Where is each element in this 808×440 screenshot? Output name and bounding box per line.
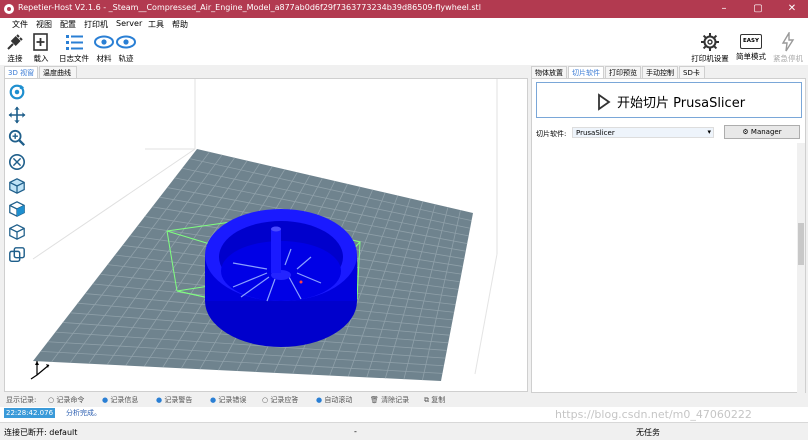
watermark: https://blog.csdn.net/m0_47060222 [555,408,752,421]
tab-manual-control[interactable]: 手动控制 [642,66,678,78]
tab-print-preview[interactable]: 打印预览 [605,66,641,78]
slicer-pane: 开始切片 PrusaSlicer 切片软件: PrusaSlicer ▾ ⚙ M… [531,78,806,393]
connect-button[interactable]: 连接 [4,32,26,64]
3d-viewport[interactable] [4,78,528,392]
log-file-button[interactable]: 日志文件 [58,32,90,64]
gear-icon [701,33,719,51]
material-label: 材料 [96,54,112,63]
menu-bar: 文件 视图 配置 打印机 Server 工具 帮助 [0,18,808,30]
plug-icon [7,34,23,50]
emergency-stop-button[interactable]: 紧急停机 [770,32,806,64]
right-panel: 物体放置 切片软件 打印预览 手动控制 SD卡 开始切片 PrusaSlicer… [531,65,806,393]
play-icon [598,93,611,111]
clear-log-button[interactable]: 🗑 清除记录 [370,395,409,405]
menu-server[interactable]: Server [116,19,142,28]
easy-mode-button[interactable]: EASY 简单模式 [734,32,768,62]
app-window: Repetier-Host V2.1.6 - _Steam__Compresse… [0,0,808,440]
axis-gizmo-icon [30,361,50,380]
slicer-software-value: PrusaSlicer [576,129,615,137]
track-label: 轨迹 [118,54,134,63]
list-icon [66,35,83,50]
flywheel-model [205,209,357,347]
menu-view[interactable]: 视图 [36,19,52,30]
printer-settings-label: 打印机设置 [691,54,729,63]
top-view-icon[interactable] [8,223,26,241]
manager-label: Manager [750,128,782,136]
lightning-icon [781,32,795,52]
log-info-toggle[interactable]: ● 记录信息 [102,395,138,405]
app-logo-icon [4,4,14,14]
log-responses-toggle[interactable]: ○ 记录应答 [262,395,298,405]
move-view-icon[interactable] [8,106,26,124]
menu-printer[interactable]: 打印机 [84,19,108,30]
eye-icon [116,35,136,49]
tab-sd-card[interactable]: SD卡 [679,66,705,78]
log-show-label: 显示记录: [6,396,37,404]
track-button[interactable]: 轨迹 [116,32,136,64]
printer-settings-button[interactable]: 打印机设置 [690,32,730,64]
easy-mode-label: 简单模式 [736,52,766,61]
minimize-button[interactable]: – [707,0,741,18]
easy-mode-icon: EASY [740,34,762,49]
add-file-icon [33,33,48,51]
tab-object-placement[interactable]: 物体放置 [531,66,567,78]
eye-icon [94,35,114,49]
load-label: 载入 [33,54,49,63]
job-status: 无任务 [636,428,660,437]
manager-button[interactable]: ⚙ Manager [724,125,800,139]
load-button[interactable]: 载入 [30,32,52,64]
close-button[interactable]: ✕ [775,0,808,18]
parallel-view-icon[interactable] [8,246,26,264]
title-bar: Repetier-Host V2.1.6 - _Steam__Compresse… [0,0,808,18]
log-message: 分析完成。 [66,409,101,417]
auto-scroll-toggle[interactable]: ● 自动滚动 [316,395,352,405]
menu-help[interactable]: 帮助 [172,19,188,30]
menu-config[interactable]: 配置 [60,19,76,30]
status-separator: - [354,427,357,436]
slicer-software-label: 切片软件: [536,130,567,138]
zoom-icon[interactable] [8,129,26,147]
tab-temperature-curve[interactable]: 温度曲线 [39,66,77,78]
connect-label: 连接 [7,54,23,63]
log-timestamp: 22:28:42.076 [4,408,56,418]
rotate-view-icon[interactable] [8,83,26,101]
log-toolbar: 显示记录: ○ 记录命令 ● 记录信息 ● 记录警告 ● 记录错误 ○ 记录应答… [0,393,808,407]
copy-log-button[interactable]: ⧉ 复制 [424,395,445,405]
main-area: 3D 视窗 温度曲线 物体放置 切片软件 打印预览 手动控制 SD卡 开始切片 … [0,65,808,393]
front-view-icon[interactable] [8,200,26,218]
emergency-label: 紧急停机 [773,54,803,63]
tab-slicer[interactable]: 切片软件 [568,66,604,78]
log-commands-toggle[interactable]: ○ 记录命令 [48,395,84,405]
copy-icon: ⧉ [424,396,429,404]
log-label: 日志文件 [59,54,89,63]
fit-view-icon[interactable] [8,153,26,171]
cube-view-icon[interactable] [8,177,26,195]
maximize-button[interactable]: ▢ [741,0,775,18]
tab-3d-view[interactable]: 3D 视窗 [4,66,38,78]
connection-status: 连接已断开: default [4,428,78,437]
window-title: Repetier-Host V2.1.6 - _Steam__Compresse… [18,3,481,12]
trash-icon: 🗑 [370,396,379,404]
panel-scrollbar[interactable] [797,143,805,393]
material-button[interactable]: 材料 [94,32,114,64]
right-tabs: 物体放置 切片软件 打印预览 手动控制 SD卡 [531,66,806,78]
start-slicing-button[interactable]: 开始切片 PrusaSlicer [536,82,802,118]
gear-icon: ⚙ [742,128,749,136]
slicer-software-select[interactable]: PrusaSlicer ▾ [572,127,714,138]
scrollbar-thumb[interactable] [798,223,804,265]
menu-tools[interactable]: 工具 [148,19,164,30]
view-tool-column [5,79,29,279]
menu-file[interactable]: 文件 [12,19,28,30]
log-warnings-toggle[interactable]: ● 记录警告 [156,395,192,405]
3d-scene [30,79,498,381]
log-errors-toggle[interactable]: ● 记录错误 [210,395,246,405]
start-slicing-label: 开始切片 PrusaSlicer [617,96,746,111]
status-bar: 连接已断开: default - 无任务 [0,422,808,440]
main-toolbar: 连接 载入 日志文件 材料 轨迹 打印机设置 EASY 简单模式 紧急停机 [0,30,808,65]
chevron-down-icon: ▾ [707,128,711,136]
